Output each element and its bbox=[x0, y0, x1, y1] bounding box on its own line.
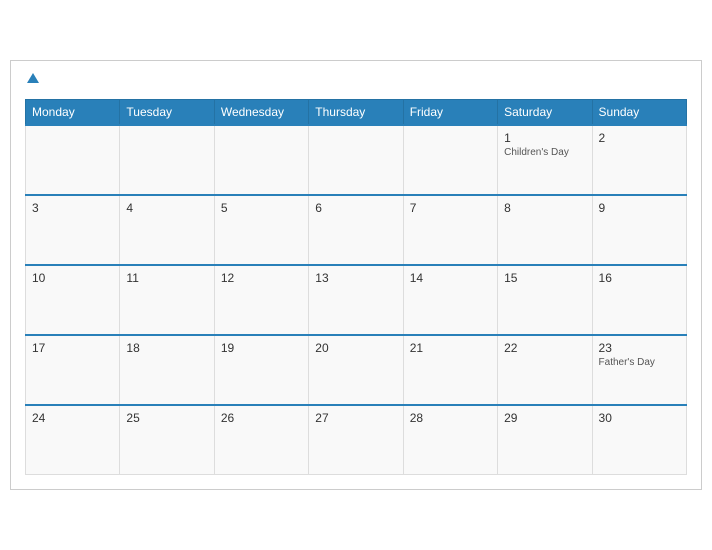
day-header-monday: Monday bbox=[26, 99, 120, 125]
week-row-2: 3456789 bbox=[26, 195, 687, 265]
calendar-cell bbox=[309, 125, 403, 195]
week-row-4: 17 18 19 20 21 22 23 Father's Day bbox=[26, 335, 687, 405]
day-number: 19 bbox=[221, 341, 302, 355]
day-number: 6 bbox=[315, 201, 396, 215]
day-number: 20 bbox=[315, 341, 396, 355]
calendar-cell: 13 bbox=[309, 265, 403, 335]
calendar-cell: 6 bbox=[309, 195, 403, 265]
calendar-cell: 19 bbox=[214, 335, 308, 405]
day-number: 4 bbox=[126, 201, 207, 215]
day-number: 16 bbox=[599, 271, 680, 285]
calendar-cell: 28 bbox=[403, 405, 497, 475]
calendar-cell: 25 bbox=[120, 405, 214, 475]
day-header-tuesday: Tuesday bbox=[120, 99, 214, 125]
day-number: 27 bbox=[315, 411, 396, 425]
day-number: 7 bbox=[410, 201, 491, 215]
calendar-cell: 27 bbox=[309, 405, 403, 475]
week-row-3: 10 11 12 13 14 15 16 bbox=[26, 265, 687, 335]
calendar-header bbox=[25, 71, 687, 89]
logo bbox=[25, 71, 39, 89]
calendar-cell: 30 bbox=[592, 405, 686, 475]
day-header-wednesday: Wednesday bbox=[214, 99, 308, 125]
calendar-cell: 26 bbox=[214, 405, 308, 475]
day-number: 14 bbox=[410, 271, 491, 285]
day-number: 29 bbox=[504, 411, 585, 425]
calendar-cell: 17 bbox=[26, 335, 120, 405]
calendar-cell bbox=[26, 125, 120, 195]
day-number: 9 bbox=[599, 201, 680, 215]
calendar-cell bbox=[120, 125, 214, 195]
day-header-saturday: Saturday bbox=[498, 99, 592, 125]
calendar-thead: MondayTuesdayWednesdayThursdayFridaySatu… bbox=[26, 99, 687, 125]
day-number: 1 bbox=[504, 131, 585, 145]
calendar-cell: 8 bbox=[498, 195, 592, 265]
week-row-1: 1 Children's Day 2 bbox=[26, 125, 687, 195]
day-number: 30 bbox=[599, 411, 680, 425]
calendar-cell: 22 bbox=[498, 335, 592, 405]
day-number: 18 bbox=[126, 341, 207, 355]
calendar-cell: 2 bbox=[592, 125, 686, 195]
calendar-cell: 4 bbox=[120, 195, 214, 265]
day-header-thursday: Thursday bbox=[309, 99, 403, 125]
logo-general-text bbox=[25, 71, 39, 89]
day-number: 21 bbox=[410, 341, 491, 355]
calendar-cell: 16 bbox=[592, 265, 686, 335]
day-header-friday: Friday bbox=[403, 99, 497, 125]
calendar-cell: 10 bbox=[26, 265, 120, 335]
calendar-cell: 29 bbox=[498, 405, 592, 475]
logo-triangle-icon bbox=[27, 73, 39, 83]
calendar-cell: 24 bbox=[26, 405, 120, 475]
day-number: 22 bbox=[504, 341, 585, 355]
day-number: 28 bbox=[410, 411, 491, 425]
week-row-5: 24 25 26 27 28 29 30 bbox=[26, 405, 687, 475]
calendar-cell: 20 bbox=[309, 335, 403, 405]
day-number: 3 bbox=[32, 201, 113, 215]
calendar-cell: 9 bbox=[592, 195, 686, 265]
calendar-cell: 15 bbox=[498, 265, 592, 335]
day-number: 12 bbox=[221, 271, 302, 285]
event-label: Children's Day bbox=[504, 147, 585, 158]
calendar-cell: 23 Father's Day bbox=[592, 335, 686, 405]
event-label: Father's Day bbox=[599, 357, 680, 368]
day-number: 10 bbox=[32, 271, 113, 285]
calendar-cell: 5 bbox=[214, 195, 308, 265]
calendar-cell: 18 bbox=[120, 335, 214, 405]
day-number: 17 bbox=[32, 341, 113, 355]
calendar-cell: 3 bbox=[26, 195, 120, 265]
day-number: 15 bbox=[504, 271, 585, 285]
calendar-cell bbox=[403, 125, 497, 195]
calendar-cell: 12 bbox=[214, 265, 308, 335]
calendar-cell: 11 bbox=[120, 265, 214, 335]
calendar-cell: 7 bbox=[403, 195, 497, 265]
calendar-cell: 14 bbox=[403, 265, 497, 335]
day-header-sunday: Sunday bbox=[592, 99, 686, 125]
day-number: 24 bbox=[32, 411, 113, 425]
day-number: 8 bbox=[504, 201, 585, 215]
calendar-container: MondayTuesdayWednesdayThursdayFridaySatu… bbox=[10, 60, 702, 490]
calendar-cell bbox=[214, 125, 308, 195]
days-header-row: MondayTuesdayWednesdayThursdayFridaySatu… bbox=[26, 99, 687, 125]
day-number: 26 bbox=[221, 411, 302, 425]
day-number: 25 bbox=[126, 411, 207, 425]
day-number: 13 bbox=[315, 271, 396, 285]
day-number: 11 bbox=[126, 271, 207, 285]
calendar-cell: 21 bbox=[403, 335, 497, 405]
calendar-body: 1Children's Day2345678910111213141516171… bbox=[26, 125, 687, 475]
day-number: 5 bbox=[221, 201, 302, 215]
day-number: 2 bbox=[599, 131, 680, 145]
day-number: 23 bbox=[599, 341, 680, 355]
calendar-table: MondayTuesdayWednesdayThursdayFridaySatu… bbox=[25, 99, 687, 476]
calendar-cell: 1 Children's Day bbox=[498, 125, 592, 195]
